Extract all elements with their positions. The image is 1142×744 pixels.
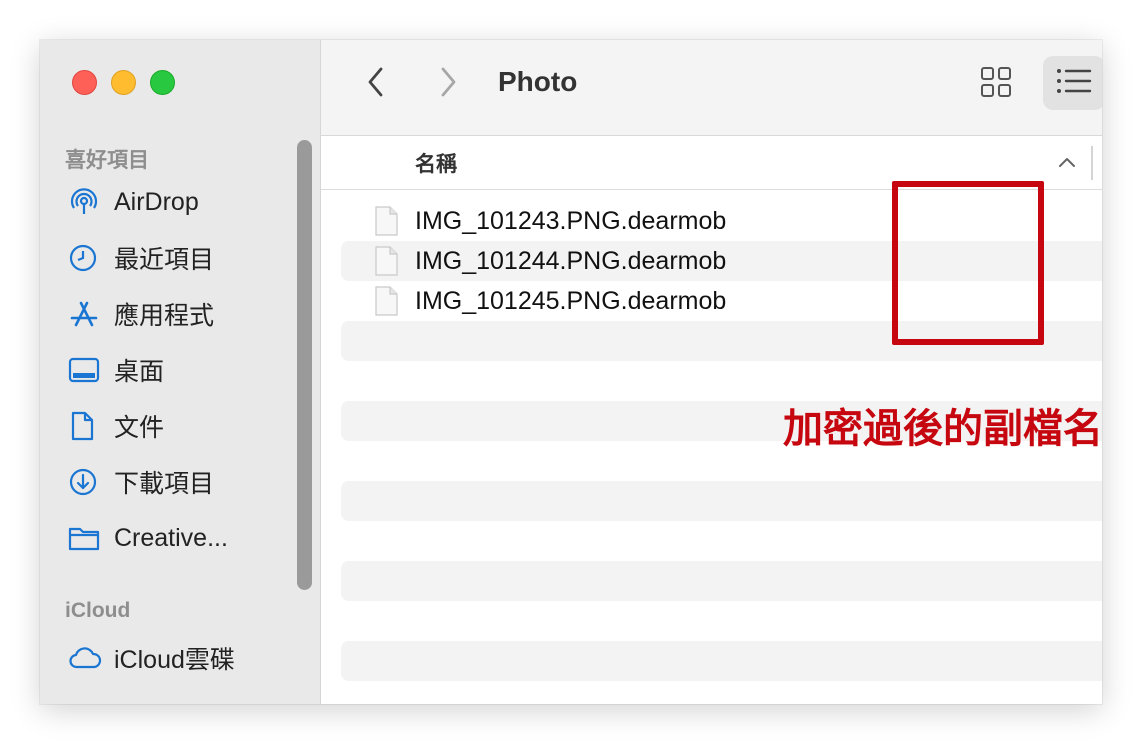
sidebar-item-airdrop[interactable]: AirDrop: [68, 182, 308, 222]
icon-view-button[interactable]: [976, 64, 1016, 104]
sidebar-item-label: 應用程式: [114, 302, 215, 330]
chevron-up-icon[interactable]: [1055, 150, 1079, 174]
sidebar-item-applications[interactable]: 應用程式: [68, 294, 308, 334]
file-icon: [373, 246, 399, 276]
column-header-name[interactable]: 名稱: [415, 148, 457, 178]
row-stripe: [341, 481, 1102, 521]
forward-button[interactable]: [428, 64, 468, 104]
sidebar-item-label: Creative...: [114, 523, 228, 552]
sidebar-item-recents[interactable]: 最近項目: [68, 238, 308, 278]
extension-highlight-box: [892, 181, 1044, 345]
file-row[interactable]: IMG_101245.PNG.dearmob: [373, 281, 726, 321]
file-name: IMG_101243.PNG.dearmob: [415, 206, 727, 235]
file-icon: [373, 286, 399, 316]
sidebar: 喜好項目 AirDrop 最近項目 應用程式 桌面 文件 下載項目 Creati…: [40, 40, 321, 704]
window-title: Photo: [498, 66, 578, 97]
annotation-label: 加密過後的副檔名: [783, 407, 1102, 451]
favorites-section-label: 喜好項目: [65, 149, 149, 172]
grid-icon: [980, 66, 1012, 103]
folder-icon: [68, 521, 102, 555]
sidebar-item-desktop[interactable]: 桌面: [68, 350, 308, 390]
column-divider: [1091, 146, 1093, 180]
download-icon: [68, 465, 102, 499]
zoom-button[interactable]: [150, 70, 175, 95]
toolbar: Photo: [321, 40, 1102, 136]
sidebar-item-label: 下載項目: [114, 470, 215, 498]
clock-icon: [68, 241, 102, 275]
chevron-left-icon: [365, 66, 387, 103]
row-stripe: [341, 641, 1102, 681]
sidebar-item-label: 桌面: [114, 358, 165, 386]
document-icon: [68, 409, 102, 443]
sidebar-item-downloads[interactable]: 下載項目: [68, 462, 308, 502]
sidebar-item-documents[interactable]: 文件: [68, 406, 308, 446]
sidebar-item-label: AirDrop: [114, 187, 199, 216]
desktop-icon: [68, 353, 102, 387]
sidebar-item-label: 文件: [114, 414, 165, 442]
window-controls: [72, 70, 175, 95]
sidebar-scrollbar[interactable]: [297, 140, 312, 590]
list-icon: [1056, 67, 1092, 100]
chevron-right-icon: [437, 66, 459, 103]
back-button[interactable]: [356, 64, 396, 104]
finder-window: 喜好項目 AirDrop 最近項目 應用程式 桌面 文件 下載項目 Creati…: [40, 40, 1102, 704]
file-row[interactable]: IMG_101244.PNG.dearmob: [373, 241, 726, 281]
sidebar-item-icloud-drive[interactable]: iCloud雲碟: [68, 638, 308, 678]
file-row[interactable]: IMG_101243.PNG.dearmob: [373, 201, 726, 241]
icloud-section-label: iCloud: [65, 599, 131, 622]
row-stripe: [341, 561, 1102, 601]
sidebar-item-label: iCloud雲碟: [114, 646, 235, 674]
file-name: IMG_101244.PNG.dearmob: [415, 246, 727, 275]
close-button[interactable]: [72, 70, 97, 95]
list-view-button[interactable]: [1043, 56, 1102, 110]
apps-icon: [68, 297, 102, 331]
file-name: IMG_101245.PNG.dearmob: [415, 286, 727, 315]
sidebar-item-label: 最近項目: [114, 246, 215, 274]
cloud-icon: [68, 641, 102, 675]
main-pane: Photo 名稱 IMG_101243.PNG.dearmob IMG_1012…: [321, 40, 1102, 704]
minimize-button[interactable]: [111, 70, 136, 95]
sidebar-item-creative[interactable]: Creative...: [68, 518, 308, 558]
airdrop-icon: [68, 185, 102, 219]
file-icon: [373, 206, 399, 236]
